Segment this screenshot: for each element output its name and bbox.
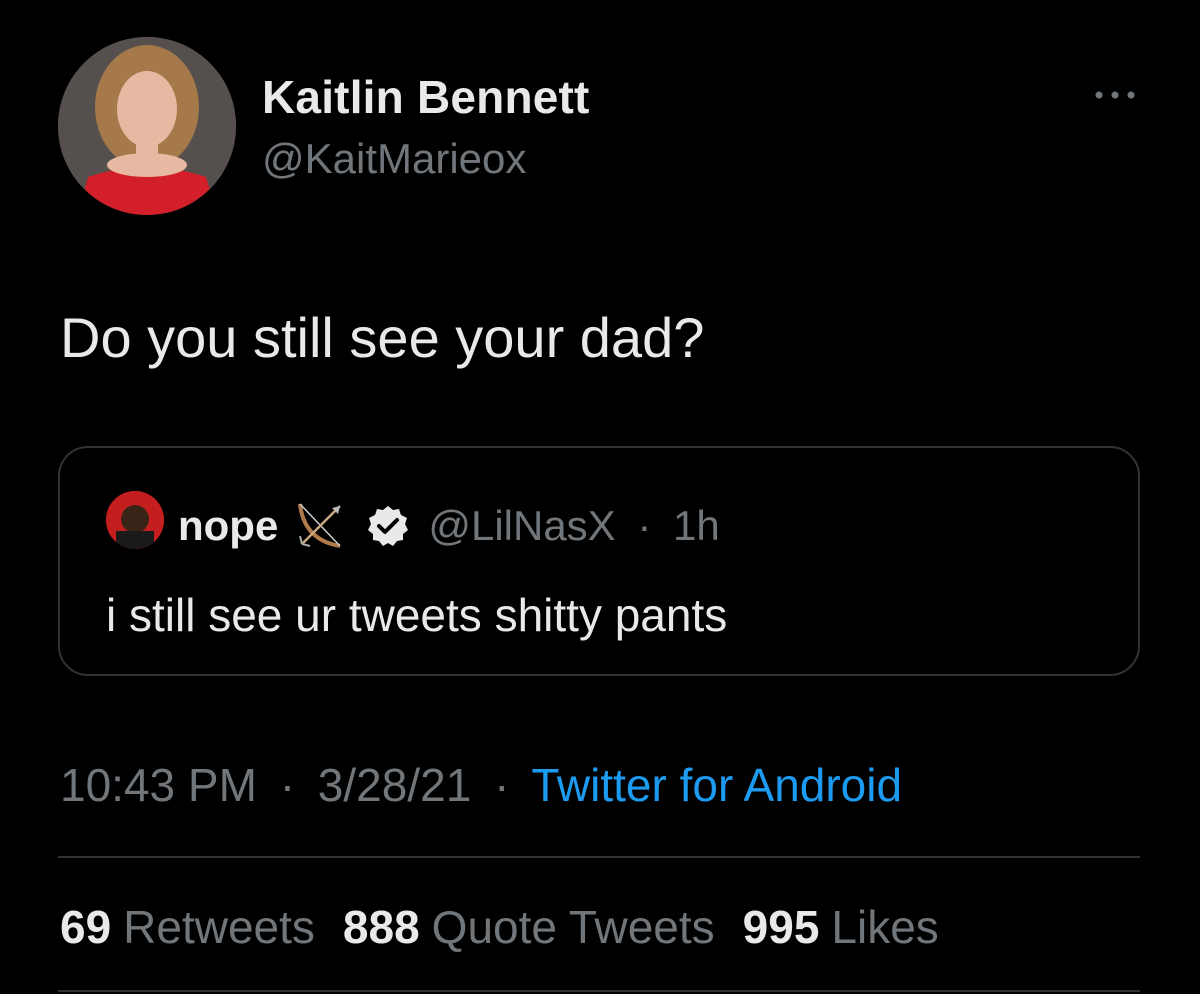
divider (58, 856, 1140, 858)
author-avatar-image (58, 37, 236, 215)
quoted-handle-text[interactable]: @LilNasX (428, 502, 615, 549)
retweets-stat[interactable]: 69 Retweets (60, 900, 315, 954)
quoted-author-avatar[interactable] (106, 491, 164, 549)
tweet-time[interactable]: 10:43 PM (60, 759, 257, 811)
tweet-stats: 69 Retweets 888 Quote Tweets 995 Likes (60, 900, 967, 954)
quoted-time[interactable]: 1h (673, 502, 720, 549)
author-avatar[interactable] (58, 37, 236, 215)
meta-separator: · (494, 759, 510, 811)
verified-badge-icon (368, 506, 409, 546)
tweet-text: Do you still see your dad? (60, 306, 705, 369)
author-handle[interactable]: @KaitMarieox (262, 135, 526, 183)
quoted-tweet-text: i still see ur tweets shitty pants (106, 589, 728, 641)
quoted-tweet-header: nope @LilNasX · 1h (178, 496, 720, 556)
quote-tweets-label: Quote Tweets (431, 901, 715, 953)
bow-and-arrow-icon (298, 503, 342, 548)
retweets-count: 69 (60, 901, 112, 953)
likes-count: 995 (742, 901, 820, 953)
tweet-source-link[interactable]: Twitter for Android (531, 759, 902, 811)
likes-stat[interactable]: 995 Likes (743, 900, 939, 954)
likes-label: Likes (831, 901, 939, 953)
tweet-detail: Kaitlin Bennett @KaitMarieox Do you stil… (0, 0, 1200, 994)
more-options-icon[interactable] (1090, 80, 1140, 110)
meta-separator: · (279, 759, 296, 811)
tweet-date[interactable]: 3/28/21 (318, 759, 471, 811)
quote-tweets-stat[interactable]: 888 Quote Tweets (343, 900, 715, 954)
quoted-separator: · (637, 502, 652, 549)
quoted-author-handle: @LilNasX · 1h (428, 502, 719, 550)
quoted-tweet-card[interactable]: nope @LilNasX · 1h i still see ur tweets… (58, 446, 1140, 676)
divider (58, 990, 1140, 992)
tweet-metadata: 10:43 PM · 3/28/21 · Twitter for Android (60, 758, 902, 812)
author-name[interactable]: Kaitlin Bennett (262, 70, 590, 124)
quoted-author-name[interactable]: nope (178, 502, 278, 550)
quote-tweets-count: 888 (342, 901, 420, 953)
quoted-avatar-image (106, 491, 164, 549)
retweets-label: Retweets (123, 901, 315, 953)
